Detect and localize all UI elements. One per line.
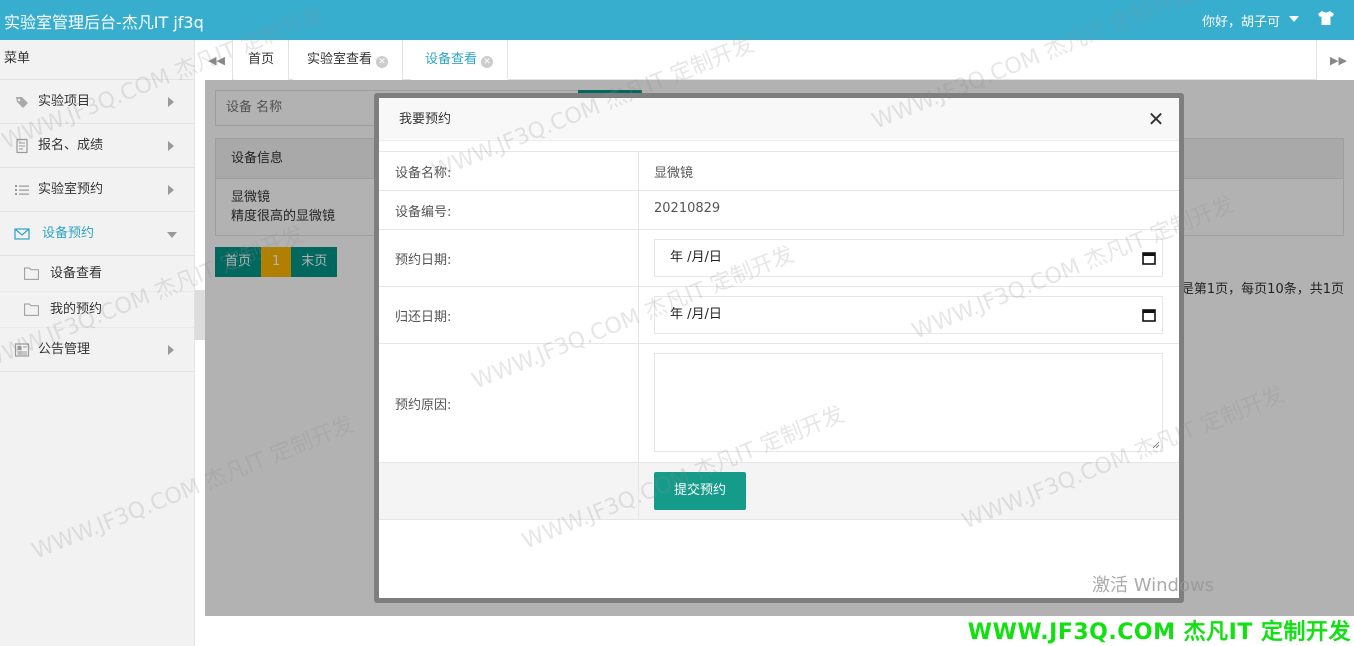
submit-booking-button[interactable]: 提交预约 <box>654 472 746 510</box>
user-greeting[interactable]: 你好，胡子可 <box>1202 11 1298 30</box>
field-label: 设备名称: <box>395 166 452 181</box>
tab-label: 实验室查看 <box>307 52 373 67</box>
tab-equipment-view[interactable]: 设备查看 ✕ <box>411 40 509 80</box>
form-row-name: 设备名称: 显微镜 <box>379 152 1179 191</box>
sidebar: 菜单 实验项目 报名、成绩 实验室预约 设备预约 设备查看 我的预约 公告管理 <box>0 40 195 646</box>
booking-date-input[interactable]: 年 /月/日 <box>654 239 1163 277</box>
chevron-right-icon <box>168 345 174 355</box>
divider <box>638 344 639 462</box>
date-placeholder: 年 /月/日 <box>670 307 722 322</box>
tab-bar: ◀◀ 首页 实验室查看 ✕ 设备查看 ✕ ▶▶ <box>195 40 1354 80</box>
divider <box>638 463 639 519</box>
windows-activation-text: 激活 Windows <box>1092 575 1215 596</box>
divider <box>638 230 639 286</box>
folder-icon <box>24 267 39 280</box>
tab-scroll-right[interactable]: ▶▶ <box>1316 40 1354 80</box>
tab-lab-view[interactable]: 实验室查看 ✕ <box>293 40 404 80</box>
field-label: 预约原因: <box>395 398 452 413</box>
form-row-reason: 预约原因: <box>379 344 1179 463</box>
double-chevron-right-icon: ▶▶ <box>1330 54 1347 67</box>
newspaper-icon <box>14 343 30 357</box>
chevron-right-icon <box>168 185 174 195</box>
shirt-icon[interactable] <box>1317 10 1335 26</box>
divider <box>638 191 639 229</box>
sidebar-item-lab-projects[interactable]: 实验项目 <box>0 80 194 124</box>
booking-dialog: 我要预约 ✕ 设备名称: 显微镜 设备编号: 20210829 预约日期: 年 … <box>374 93 1184 603</box>
divider <box>638 287 639 343</box>
sidebar-subitem-equipment-view[interactable]: 设备查看 <box>0 256 194 292</box>
calendar-icon[interactable] <box>1142 251 1156 265</box>
field-label: 预约日期: <box>395 253 452 268</box>
sidebar-item-label: 公告管理 <box>38 342 91 357</box>
field-label: 归还日期: <box>395 310 452 325</box>
sidebar-item-signup-scores[interactable]: 报名、成绩 <box>0 124 194 168</box>
sidebar-item-announcements[interactable]: 公告管理 <box>0 328 194 372</box>
dialog-title: 我要预约 <box>379 98 1179 141</box>
chevron-right-icon <box>168 97 174 107</box>
form-row-return: 归还日期: 年 /月/日 <box>379 287 1179 344</box>
user-name: 你好，胡子可 <box>1201 15 1280 30</box>
list-icon <box>15 185 29 195</box>
sidebar-item-lab-booking[interactable]: 实验室预约 <box>0 168 194 212</box>
app-title: 实验室管理后台-杰凡IT jf3q <box>4 13 204 32</box>
form-row-actions: 提交预约 <box>379 463 1179 520</box>
close-icon[interactable]: ✕ <box>481 56 494 68</box>
date-placeholder: 年 /月/日 <box>670 250 722 265</box>
close-icon[interactable]: ✕ <box>376 56 389 68</box>
sidebar-subitem-label: 我的预约 <box>50 302 103 317</box>
envelope-icon <box>14 228 30 240</box>
calendar-icon[interactable] <box>1142 308 1156 322</box>
sidebar-item-equipment-booking[interactable]: 设备预约 <box>0 212 194 256</box>
sidebar-item-label: 实验项目 <box>38 94 91 109</box>
field-label: 设备编号: <box>395 205 452 220</box>
brand-banner: WWW.JF3Q.COM 杰凡IT 定制开发 <box>967 620 1351 645</box>
sidebar-subitem-my-bookings[interactable]: 我的预约 <box>0 292 194 328</box>
divider <box>638 152 639 190</box>
top-header: 实验室管理后台-杰凡IT jf3q 你好，胡子可 <box>0 0 1354 40</box>
booking-form: 设备名称: 显微镜 设备编号: 20210829 预约日期: 年 /月/日 归还… <box>379 151 1179 520</box>
tab-label: 首页 <box>248 52 275 67</box>
equipment-code-value: 20210829 <box>654 201 721 216</box>
reason-textarea[interactable] <box>654 353 1163 452</box>
document-icon <box>16 138 28 154</box>
chevron-right-icon <box>168 141 174 151</box>
close-icon[interactable]: ✕ <box>1147 109 1165 129</box>
chevron-down-icon[interactable] <box>1289 16 1299 22</box>
sidebar-collapse-handle[interactable] <box>195 290 205 340</box>
return-date-input[interactable]: 年 /月/日 <box>654 296 1163 334</box>
sidebar-item-label: 设备预约 <box>42 226 95 241</box>
folder-icon <box>24 303 39 316</box>
double-chevron-left-icon: ◀◀ <box>208 54 225 67</box>
sidebar-subitem-label: 设备查看 <box>50 266 103 281</box>
tab-label: 设备查看 <box>425 52 478 67</box>
form-row-date: 预约日期: 年 /月/日 <box>379 230 1179 287</box>
sidebar-item-label: 报名、成绩 <box>38 138 104 153</box>
chevron-down-icon <box>167 232 177 238</box>
tag-icon <box>16 97 28 108</box>
equipment-name-value: 显微镜 <box>654 166 694 181</box>
form-row-code: 设备编号: 20210829 <box>379 191 1179 230</box>
tab-scroll-left[interactable]: ◀◀ <box>195 40 233 80</box>
menu-title: 菜单 <box>0 40 194 80</box>
sidebar-item-label: 实验室预约 <box>38 182 104 197</box>
tab-home[interactable]: 首页 <box>234 40 290 80</box>
resize-grip-icon[interactable] <box>1152 441 1160 449</box>
